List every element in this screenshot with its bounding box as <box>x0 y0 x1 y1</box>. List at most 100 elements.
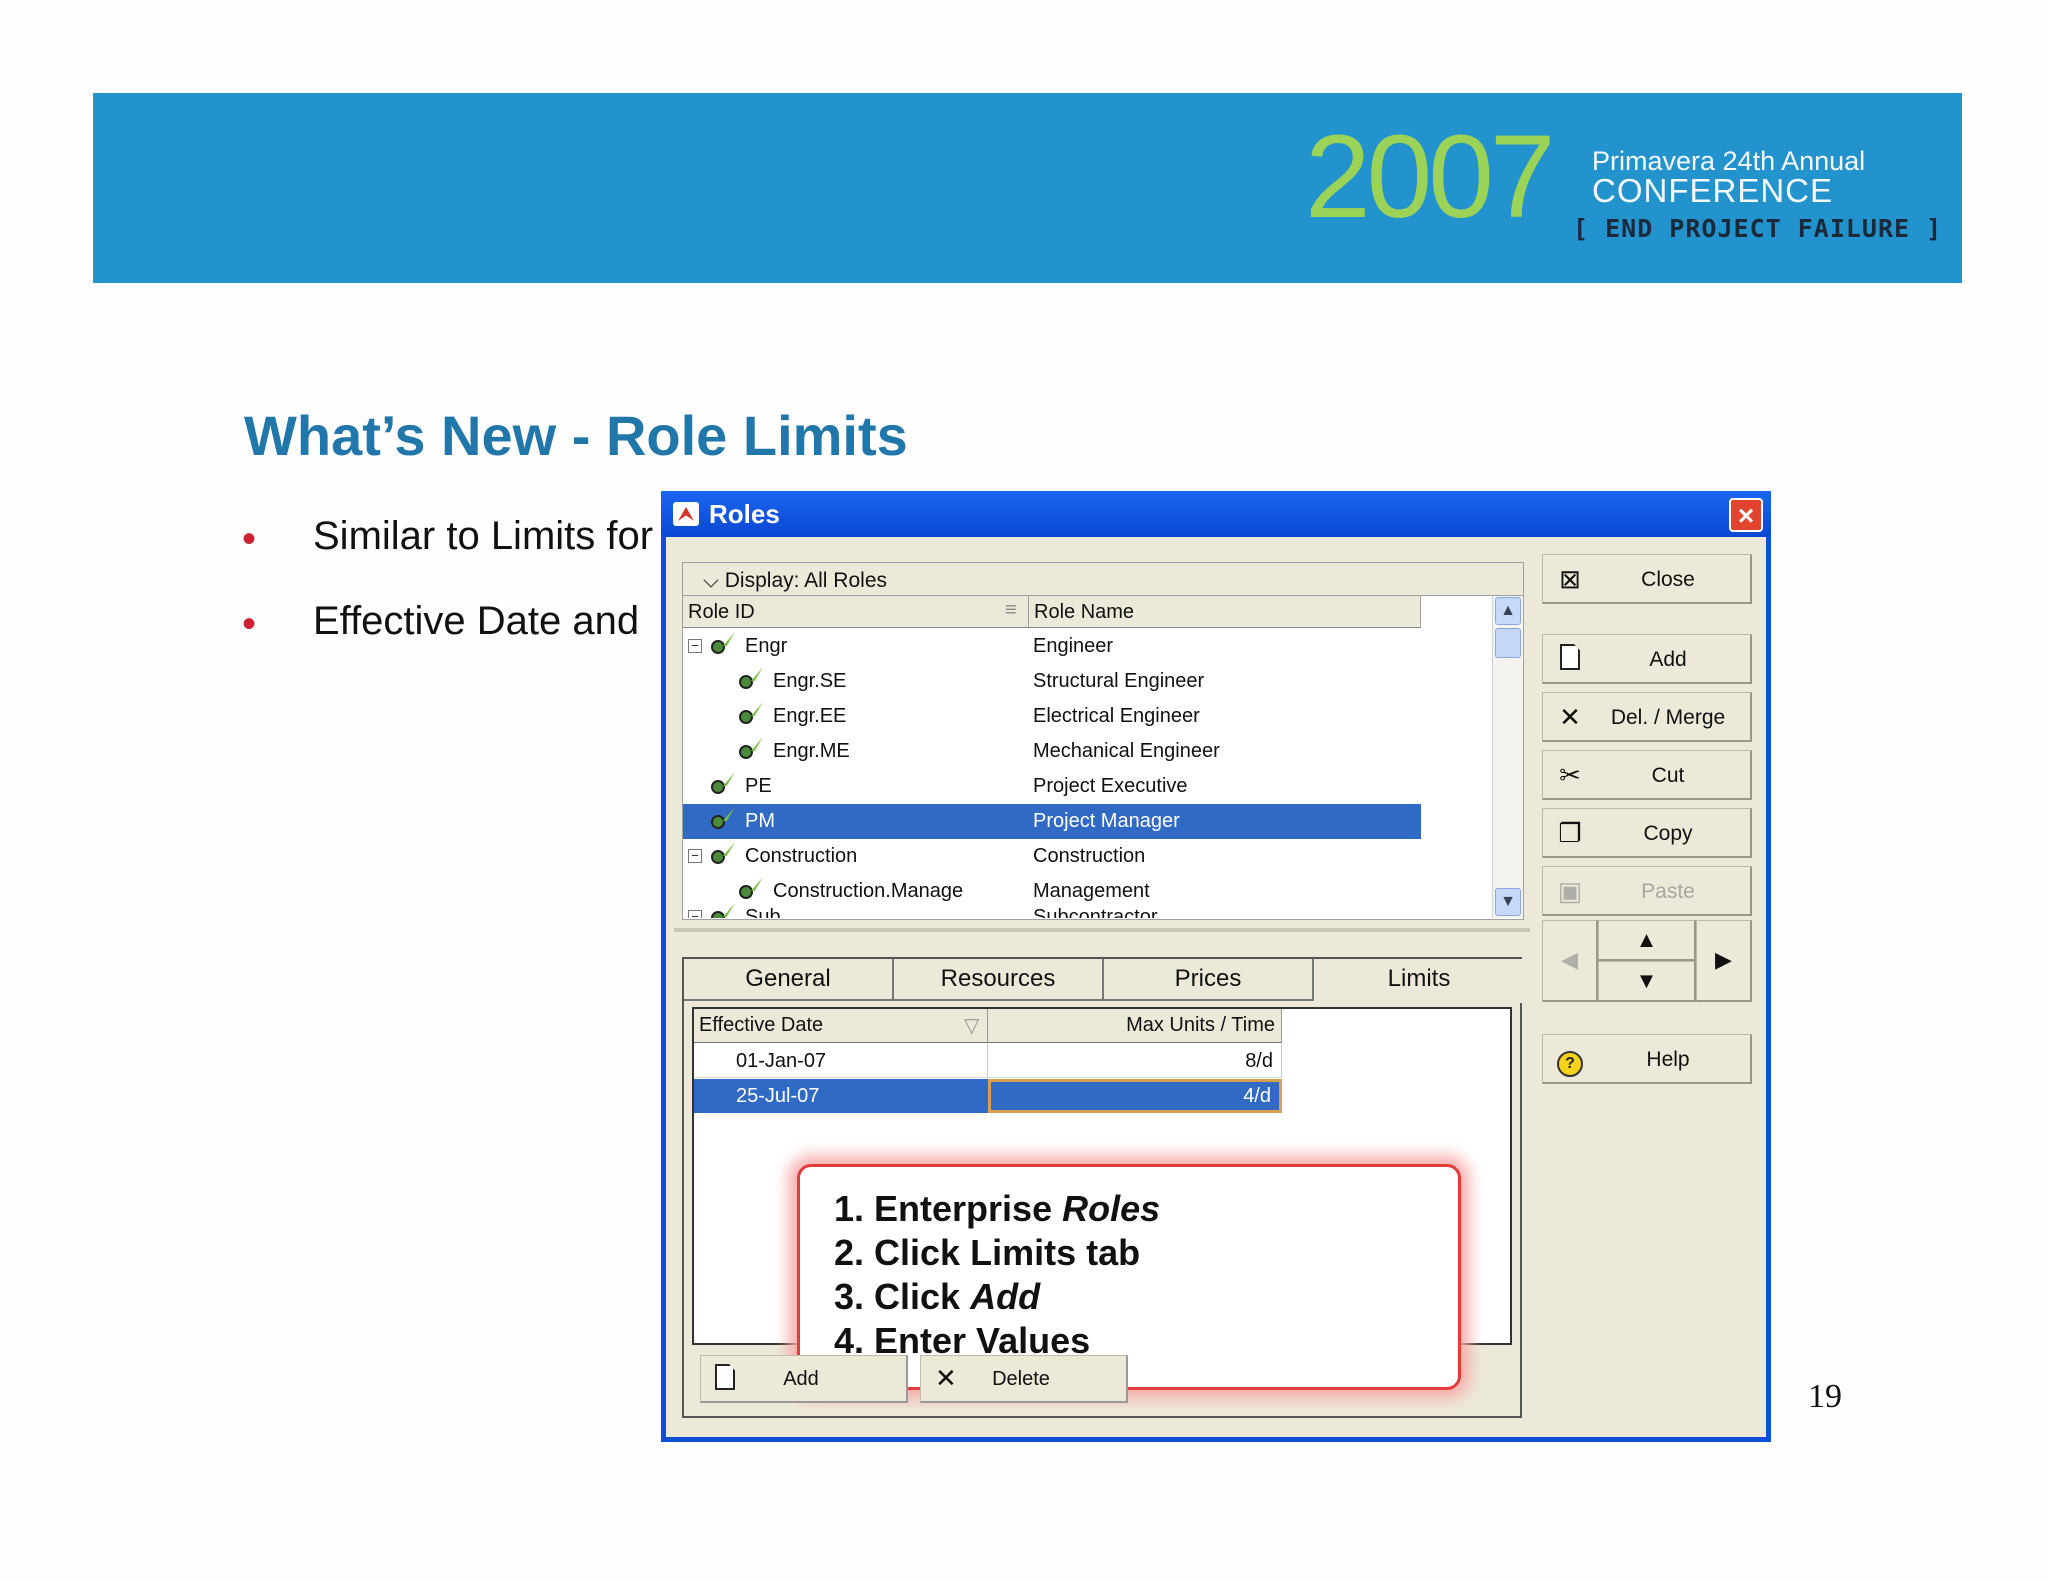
delete-x-icon: ✕ <box>1559 702 1581 732</box>
table-row[interactable]: − Construction Construction <box>683 839 1491 874</box>
paste-icon: ▣ <box>1557 876 1583 906</box>
roles-app-icon <box>673 502 699 526</box>
role-icon <box>737 737 765 765</box>
sort-icon: ≡ <box>1005 599 1017 621</box>
collapse-icon[interactable]: − <box>688 639 702 653</box>
role-icon <box>709 807 737 835</box>
role-icon <box>709 842 737 870</box>
page-number: 19 <box>1808 1378 1842 1415</box>
copy-button[interactable]: ❐ Copy <box>1542 808 1752 858</box>
table-row[interactable]: 01-Jan-07 8/d <box>694 1044 1282 1078</box>
add-button[interactable]: Add <box>1542 634 1752 684</box>
effective-date-cell[interactable]: 01-Jan-07 <box>694 1044 988 1078</box>
window-close-icon[interactable]: × <box>1729 498 1763 532</box>
table-row-selected[interactable]: 25-Jul-07 4/d <box>694 1079 1282 1113</box>
display-label: Display: All Roles <box>724 569 887 592</box>
tab-limits[interactable]: Limits <box>1314 959 1524 1003</box>
role-name: Mechanical Engineer <box>1033 740 1220 762</box>
table-row[interactable]: Engr.EE Electrical Engineer <box>683 699 1491 734</box>
role-name: Engineer <box>1033 635 1114 657</box>
close-window-icon: ⊠ <box>1559 564 1581 594</box>
banner-line-3: [ END PROJECT FAILURE ] <box>1573 214 1943 243</box>
bullet-text: Effective Date and <box>313 599 640 643</box>
limits-grid: Effective Date ▽ Max Units / Time 01-Jan… <box>692 1007 1512 1390</box>
max-units-cell[interactable]: 8/d <box>988 1044 1282 1078</box>
instruction-line: 3. Click Add <box>834 1276 1041 1317</box>
window-titlebar[interactable]: Roles × <box>661 491 1771 537</box>
role-name: Project Executive <box>1033 775 1188 797</box>
column-header-role-id[interactable]: Role ID ≡ <box>683 596 1029 628</box>
scissors-icon: ✂ <box>1559 760 1581 790</box>
column-header-effective-date[interactable]: Effective Date ▽ <box>694 1009 988 1043</box>
collapse-icon[interactable]: − <box>688 849 702 863</box>
max-units-input[interactable]: 4/d <box>988 1079 1282 1113</box>
role-icon <box>709 903 737 918</box>
bullet-text: Similar to Limits for <box>313 514 654 558</box>
banner-year: 2007 <box>1305 111 1556 243</box>
row-clip: − Sub Subcontractor <box>683 903 1491 918</box>
left-pane: ⌵ Display: All Roles Role ID ≡ Role Name… <box>674 545 1530 1433</box>
del-merge-button[interactable]: ✕ Del. / Merge <box>1542 692 1752 742</box>
role-name: Project Manager <box>1033 810 1180 832</box>
role-id: Engr.SE <box>773 670 847 692</box>
new-document-icon <box>715 1364 739 1392</box>
vertical-scrollbar[interactable]: ▲ ▼ <box>1492 596 1523 918</box>
window-client: ⌵ Display: All Roles Role ID ≡ Role Name… <box>666 537 1766 1437</box>
scroll-down-icon[interactable]: ▼ <box>1495 888 1521 916</box>
help-icon: ? <box>1555 1044 1585 1077</box>
move-right-icon[interactable]: ▶ <box>1696 920 1752 1002</box>
paste-button[interactable]: ▣ Paste <box>1542 866 1752 916</box>
role-id: PM <box>745 810 775 832</box>
role-id: Construction <box>745 845 858 867</box>
scroll-up-icon[interactable]: ▲ <box>1495 597 1521 625</box>
move-down-icon[interactable]: ▼ <box>1598 961 1696 1002</box>
role-icon <box>709 632 737 660</box>
role-id: Sub <box>745 906 781 918</box>
chevron-down-icon: ⌵ <box>703 569 719 592</box>
role-name: Management <box>1033 880 1150 902</box>
column-header-max-units[interactable]: Max Units / Time <box>988 1009 1282 1043</box>
tab-resources[interactable]: Resources <box>894 959 1104 1001</box>
role-id: Construction.Manage <box>773 880 964 902</box>
role-id: Engr <box>745 635 788 657</box>
cut-button[interactable]: ✂ Cut <box>1542 750 1752 800</box>
tab-general[interactable]: General <box>684 959 894 1001</box>
instruction-line: 2. Click Limits tab <box>834 1232 1141 1273</box>
window-title: Roles <box>709 499 780 529</box>
details-panel: General Resources Prices Limits Effectiv… <box>682 957 1524 1418</box>
tab-prices[interactable]: Prices <box>1104 959 1314 1001</box>
table-row-selected[interactable]: PM Project Manager <box>683 804 1421 839</box>
bullet-marker: • <box>242 517 257 561</box>
column-header-role-name[interactable]: Role Name <box>1029 596 1421 628</box>
role-id: PE <box>745 775 772 797</box>
role-icon <box>737 877 765 905</box>
role-id: Engr.ME <box>773 740 850 762</box>
collapse-icon[interactable]: − <box>688 910 702 918</box>
role-icon <box>737 702 765 730</box>
display-filter-bar[interactable]: ⌵ Display: All Roles <box>683 563 1523 596</box>
limits-add-button[interactable]: Add <box>700 1355 908 1403</box>
move-up-icon[interactable]: ▲ <box>1598 920 1696 961</box>
sort-icon: ▽ <box>964 1015 980 1037</box>
role-name: Structural Engineer <box>1033 670 1205 692</box>
roles-window: Roles × ⌵ Display: All Roles Role ID ≡ R… <box>661 491 1771 1442</box>
table-row[interactable]: − Engr Engineer <box>683 629 1491 664</box>
delete-x-icon: ✕ <box>935 1363 957 1393</box>
table-row[interactable]: Engr.ME Mechanical Engineer <box>683 734 1491 769</box>
role-name: Subcontractor <box>1033 906 1158 918</box>
new-document-icon <box>1555 644 1585 674</box>
scroll-thumb[interactable] <box>1495 628 1521 658</box>
move-controls: ◀ ▲ ▼ ▶ <box>1542 920 1752 1002</box>
move-left-icon[interactable]: ◀ <box>1542 920 1598 1002</box>
effective-date-cell[interactable]: 25-Jul-07 <box>694 1079 988 1113</box>
table-row[interactable]: PE Project Executive <box>683 769 1491 804</box>
table-row[interactable]: Engr.SE Structural Engineer <box>683 664 1491 699</box>
limits-delete-button[interactable]: ✕ Delete <box>920 1355 1128 1403</box>
help-button[interactable]: ? Help <box>1542 1034 1752 1084</box>
close-button[interactable]: ⊠ Close <box>1542 554 1752 604</box>
bullet-marker: • <box>242 602 257 646</box>
role-icon <box>709 772 737 800</box>
table-row-partial[interactable]: − Sub Subcontractor <box>683 903 1491 918</box>
role-name: Electrical Engineer <box>1033 705 1200 727</box>
pane-splitter[interactable] <box>674 928 1530 932</box>
